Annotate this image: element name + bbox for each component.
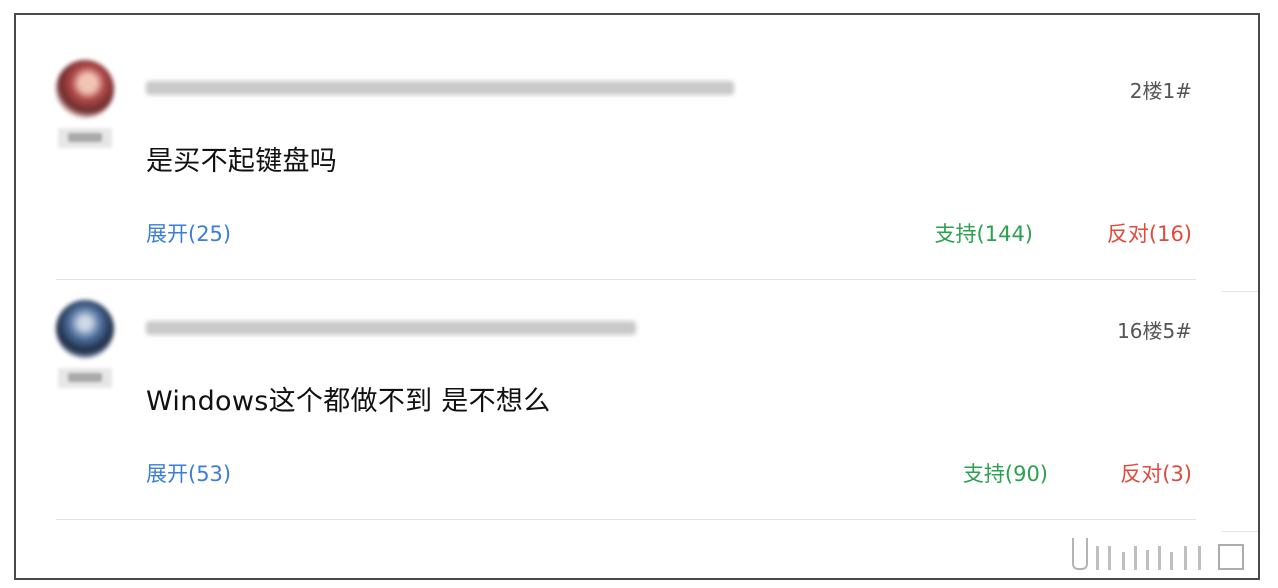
comment-list: 2楼1# 是买不起键盘吗 展开(25) 支持(144) 反对(16) 16楼5#… (14, 13, 1260, 580)
watermark-logo (988, 538, 1254, 576)
comment-text: 是买不起键盘吗 (146, 146, 338, 177)
avatar[interactable] (56, 300, 114, 358)
comment-item: 2楼1# 是买不起键盘吗 展开(25) 支持(144) 反对(16) (16, 15, 1258, 255)
comment-meta-blurred (146, 321, 636, 335)
floor-number: 16楼5# (1117, 319, 1192, 343)
support-button[interactable]: 支持(144) (935, 218, 1033, 248)
expand-replies-link[interactable]: 展开(25) (146, 218, 231, 248)
support-button[interactable]: 支持(90) (963, 458, 1048, 488)
comment-text: Windows这个都做不到 是不想么 (146, 386, 551, 417)
user-level-tag (58, 128, 112, 148)
oppose-button[interactable]: 反对(3) (1120, 458, 1192, 488)
divider (56, 519, 1196, 520)
expand-replies-link[interactable]: 展开(53) (146, 458, 231, 488)
oppose-button[interactable]: 反对(16) (1107, 218, 1192, 248)
comment-meta-blurred (146, 81, 734, 95)
floor-number: 2楼1# (1129, 79, 1192, 103)
comment-item: 16楼5# Windows这个都做不到 是不想么 展开(53) 支持(90) 反… (16, 255, 1258, 495)
avatar[interactable] (56, 60, 114, 118)
divider (1222, 531, 1258, 532)
user-level-tag (58, 368, 112, 388)
